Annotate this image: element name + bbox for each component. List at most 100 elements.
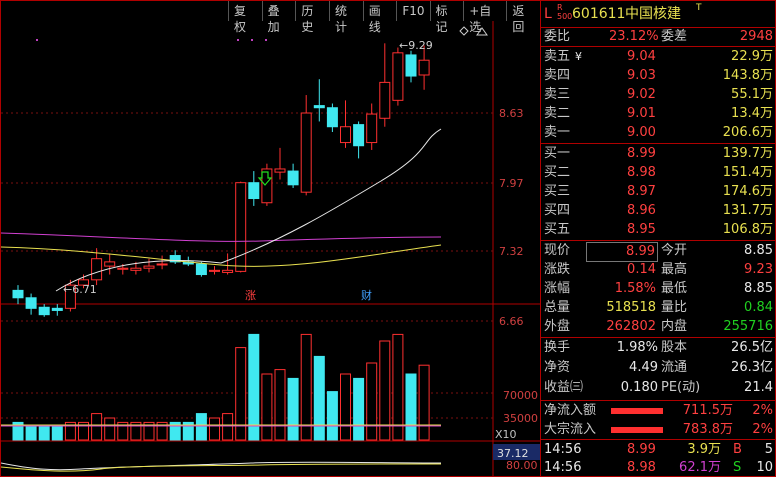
candlesticks bbox=[12, 43, 430, 317]
tick-row[interactable]: 14:56 8.99 3.9万 B 5 bbox=[541, 441, 776, 459]
tick-price: 8.99 bbox=[627, 442, 656, 457]
bid-price: 8.98 bbox=[627, 165, 656, 180]
weibi-row: 委比 23.12% 委差 2948 bbox=[544, 29, 773, 44]
stock-code: 601611 bbox=[572, 6, 626, 22]
candle-body bbox=[340, 126, 351, 144]
ask-row[interactable]: 卖二 9.01 13.4万 bbox=[541, 105, 776, 123]
kline-chart-area[interactable]: 复权 叠加 历史 统计 画线 F10 标记 +自选 返回 8.63 7.97 7.32 6.66… bbox=[0, 0, 541, 477]
quote-label-left: 涨跌 bbox=[544, 262, 571, 277]
price-gridlines bbox=[1, 39, 493, 419]
tick-volume: 3.9万 bbox=[687, 442, 721, 457]
quote-row[interactable]: 现价 8.99 今开 8.85 bbox=[541, 242, 776, 262]
bid-row[interactable]: 买三 8.97 174.6万 bbox=[541, 183, 776, 201]
volume-bar bbox=[300, 333, 312, 441]
quote-value-left: 518518 bbox=[606, 300, 656, 315]
market-prefix: L bbox=[544, 6, 552, 22]
ask-price: 9.01 bbox=[627, 106, 656, 121]
candle-body bbox=[143, 265, 155, 269]
vol-label-2: 35000 bbox=[503, 412, 538, 425]
stock-header: L R 500 601611 中国核建 T bbox=[541, 3, 776, 25]
ask-row[interactable]: 卖四 9.03 143.8万 bbox=[541, 67, 776, 85]
market-sub: R 500 bbox=[557, 3, 573, 21]
bid-price: 8.97 bbox=[627, 184, 656, 199]
info-value-left: 1.98% bbox=[616, 340, 658, 355]
tick-side: S bbox=[733, 460, 742, 475]
bid-row[interactable]: 买四 8.96 131.7万 bbox=[541, 202, 776, 220]
info-label-right: 股本 bbox=[661, 340, 688, 355]
bid-volume: 106.8万 bbox=[722, 222, 773, 237]
quote-row[interactable]: 总量 518518 量比 0.84 bbox=[541, 299, 776, 317]
quote-panel: L R 500 601611 中国核建 T 委比 23.12% 委差 2948 卖… bbox=[541, 0, 776, 477]
ask-row[interactable]: 卖三 9.02 55.1万 bbox=[541, 86, 776, 104]
flow-row[interactable]: 净流入额 711.5万 2% bbox=[541, 402, 776, 420]
tick-row[interactable]: 14:56 8.98 62.1万 S 10 bbox=[541, 459, 776, 477]
candle-body bbox=[300, 112, 312, 193]
marker-dot bbox=[265, 39, 267, 41]
ask-volume: 55.1万 bbox=[731, 87, 773, 102]
flow-bar bbox=[611, 408, 663, 414]
volume-bar bbox=[248, 333, 260, 441]
candle-body bbox=[379, 81, 391, 119]
bid-volume: 151.4万 bbox=[722, 165, 773, 180]
bid-volume: 174.6万 bbox=[722, 184, 773, 199]
volume-bar bbox=[340, 373, 351, 441]
bid-row[interactable]: 买二 8.98 151.4万 bbox=[541, 164, 776, 182]
candle-body bbox=[25, 297, 37, 309]
stock-flag: T bbox=[696, 3, 702, 13]
volume-bar bbox=[38, 426, 50, 441]
bid-price: 8.99 bbox=[627, 146, 656, 161]
ask-volume: 143.8万 bbox=[722, 68, 773, 83]
quote-value-left: 8.99 bbox=[586, 242, 658, 262]
marker-zhang: 涨 bbox=[245, 289, 256, 302]
quote-label-right: 量比 bbox=[661, 300, 688, 315]
bid-row[interactable]: 买五 8.95 106.8万 bbox=[541, 221, 776, 239]
ask-label: 卖四 bbox=[544, 68, 571, 83]
ask-label: 卖一 bbox=[544, 125, 571, 140]
quote-value-right: 0.84 bbox=[744, 300, 773, 315]
ask-row[interactable]: 卖五 ¥9.04 22.9万 bbox=[541, 48, 776, 66]
bid-label: 买四 bbox=[544, 203, 571, 218]
tick-time: 14:56 bbox=[544, 460, 582, 475]
quote-row[interactable]: 外盘 262802 内盘 255716 bbox=[541, 318, 776, 336]
quote-label-left: 总量 bbox=[544, 300, 571, 315]
candle-body bbox=[130, 267, 142, 271]
quote-row[interactable]: 涨幅 1.58% 最低 8.85 bbox=[541, 280, 776, 298]
bid-label: 买三 bbox=[544, 184, 571, 199]
candle-body bbox=[12, 289, 24, 299]
moving-averages bbox=[1, 128, 442, 292]
info-row[interactable]: 收益㈢ 0.180 PE(动) 21.4 bbox=[541, 379, 776, 397]
ask-row[interactable]: 卖一 9.00 206.6万 bbox=[541, 124, 776, 142]
ask-label: 卖二 bbox=[544, 106, 571, 121]
price-label-2: 7.97 bbox=[499, 177, 524, 190]
tick-price: 8.98 bbox=[627, 460, 656, 475]
tick-volume: 62.1万 bbox=[679, 460, 721, 475]
ask-volume: 13.4万 bbox=[731, 106, 773, 121]
price-label-4: 6.66 bbox=[499, 315, 524, 328]
quote-label-left: 外盘 bbox=[544, 319, 571, 334]
diamond-icon[interactable] bbox=[459, 26, 469, 36]
bid-row[interactable]: 买一 8.99 139.7万 bbox=[541, 145, 776, 163]
volume-bar bbox=[261, 373, 273, 441]
quote-row[interactable]: 涨跌 0.14 最高 9.23 bbox=[541, 261, 776, 279]
volume-bar bbox=[353, 377, 365, 441]
candle-body bbox=[261, 168, 273, 204]
scroll-up-icon[interactable] bbox=[476, 27, 488, 36]
flow-row[interactable]: 大宗流入 783.8万 2% bbox=[541, 421, 776, 439]
price-label-1: 8.63 bbox=[499, 107, 524, 120]
quote-value-left: 0.14 bbox=[627, 262, 656, 277]
volume-bar bbox=[405, 373, 417, 441]
quote-label-right: 最低 bbox=[661, 281, 688, 296]
price-label-3: 7.32 bbox=[499, 245, 524, 258]
flow-label: 大宗流入 bbox=[544, 422, 597, 437]
info-row[interactable]: 换手 1.98% 股本 26.5亿 bbox=[541, 339, 776, 357]
quote-label-left: 现价 bbox=[544, 243, 571, 258]
quote-value-right: 255716 bbox=[723, 319, 773, 334]
info-value-right: 26.5亿 bbox=[731, 340, 773, 355]
info-row[interactable]: 净资 4.49 流通 26.3亿 bbox=[541, 359, 776, 377]
volume-bars bbox=[1, 333, 441, 441]
candle-body bbox=[51, 307, 63, 311]
indicator-lines bbox=[1, 461, 442, 472]
bid-price: 8.95 bbox=[627, 222, 656, 237]
kline-chart-svg[interactable]: 8.63 7.97 7.32 6.66 ←9.29 ←6.71 涨 财 7000… bbox=[1, 1, 540, 476]
quote-label-right: 内盘 bbox=[661, 319, 688, 334]
